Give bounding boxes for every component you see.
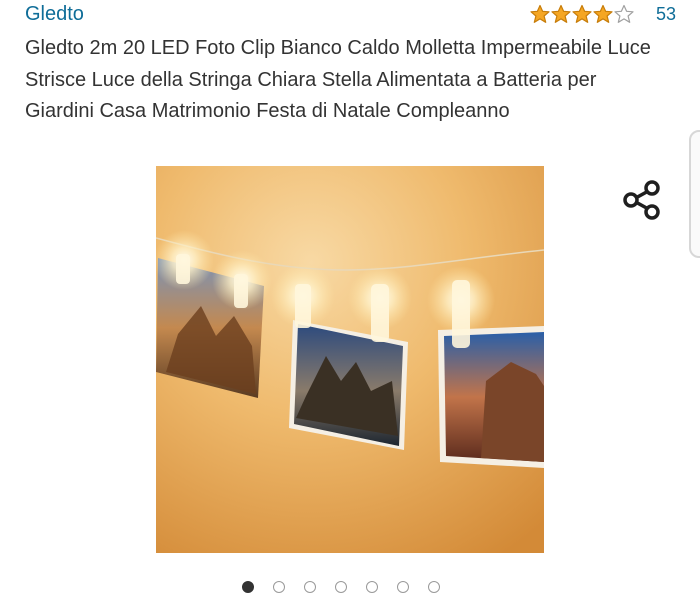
carousel-dot[interactable] xyxy=(397,581,409,593)
carousel-dot[interactable] xyxy=(428,581,440,593)
carousel-dot[interactable] xyxy=(366,581,378,593)
product-image[interactable] xyxy=(156,166,544,553)
star-icon xyxy=(593,4,613,23)
side-panel-handle[interactable] xyxy=(689,130,700,258)
share-button[interactable] xyxy=(618,176,666,224)
rating-count[interactable]: 53 xyxy=(656,3,676,25)
star-icon xyxy=(530,4,550,23)
carousel-dot[interactable] xyxy=(273,581,285,593)
brand-link[interactable]: Gledto xyxy=(25,2,84,26)
carousel-dots xyxy=(242,581,440,593)
share-icon xyxy=(623,180,660,220)
carousel-dot[interactable] xyxy=(242,581,254,593)
star-icon xyxy=(614,4,634,23)
rating-stars xyxy=(530,4,634,24)
carousel-dot[interactable] xyxy=(335,581,347,593)
star-icon xyxy=(551,4,571,23)
rating[interactable]: 53 xyxy=(530,3,676,25)
star-icon xyxy=(572,4,592,23)
product-title: Gledto 2m 20 LED Foto Clip Bianco Caldo … xyxy=(25,37,651,122)
carousel-dot[interactable] xyxy=(304,581,316,593)
